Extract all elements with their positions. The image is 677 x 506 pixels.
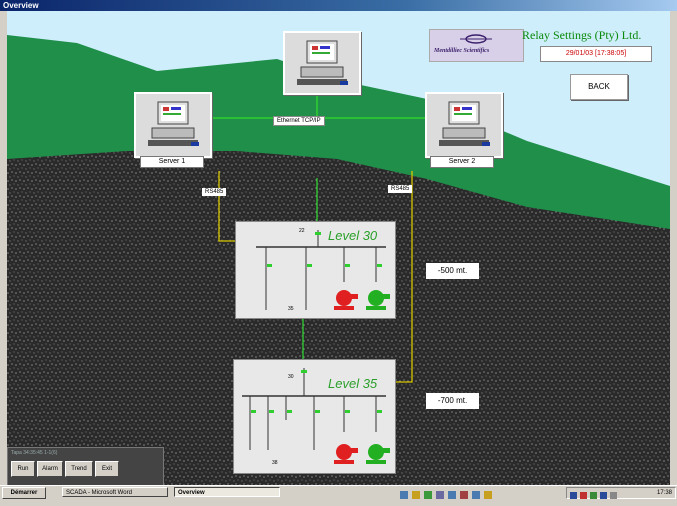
server-1-computer[interactable] — [134, 92, 212, 158]
computer-icon — [148, 101, 199, 146]
windows-taskbar: Démarrer SCADA - Microsoft Word Overview… — [0, 485, 677, 499]
level-30-bottom-number: 35 — [288, 306, 294, 312]
level-30-depth: -500 mt. — [426, 263, 479, 279]
run-button[interactable]: Run — [11, 461, 35, 477]
start-button[interactable]: Démarrer — [2, 487, 46, 499]
tray-icons — [570, 492, 617, 499]
computer-icon — [439, 101, 490, 146]
pump-red-icon — [334, 290, 358, 310]
ethernet-label: Ethernet TCP/IP — [273, 116, 325, 126]
pump-red-icon — [334, 444, 358, 464]
date-time-display: 29/01/03 [17:38:05] — [540, 46, 652, 62]
server-2-computer[interactable] — [425, 92, 503, 158]
company-name: Relay Settings (Pty) Ltd. — [522, 28, 642, 42]
taskbar-task-word[interactable]: SCADA - Microsoft Word — [62, 487, 168, 497]
server-1-label: Server 1 — [140, 156, 204, 168]
pump-green-icon — [366, 444, 390, 464]
window-title: Overview — [0, 0, 677, 11]
computer-icon — [297, 40, 348, 85]
control-panel: Tapa 34:35:45 1-1(6) Run Alarm Trend Exi… — [7, 447, 164, 487]
back-button[interactable]: BACK — [570, 74, 628, 100]
control-status-text: Tapa 34:35:45 1-1(6) — [11, 450, 58, 456]
trend-button[interactable]: Trend — [65, 461, 93, 477]
quick-launch-icons[interactable] — [398, 487, 548, 499]
exit-button[interactable]: Exit — [95, 461, 119, 477]
level-35-top-number: 30 — [288, 374, 294, 380]
level-30-panel[interactable]: 22 35 Level 30 — [235, 221, 396, 319]
level-30-top-number: 22 — [299, 228, 305, 234]
taskbar-task-overview[interactable]: Overview — [174, 487, 280, 497]
level-35-depth: -700 mt. — [426, 393, 479, 409]
level-35-title: Level 35 — [328, 376, 378, 391]
central-workstation[interactable] — [283, 31, 361, 95]
logo-text: Mentdilliec Scientifics — [434, 48, 490, 54]
logo-emblem-icon — [460, 34, 492, 44]
level-35-bottom-number: 38 — [272, 460, 278, 466]
system-tray: 17:38 — [566, 487, 676, 499]
company-logo: Mentdilliec Scientifics — [429, 29, 524, 62]
server-2-label: Server 2 — [430, 156, 494, 168]
rs485-left-label: RS485 — [202, 188, 227, 196]
pump-green-icon — [366, 290, 390, 310]
level-30-title: Level 30 — [328, 228, 378, 243]
rs485-right-label: RS485 — [388, 185, 413, 193]
alarm-button[interactable]: Alarm — [37, 461, 63, 477]
scada-overview: Mentdilliec Scientifics Relay Settings (… — [7, 11, 670, 485]
level-35-panel[interactable]: 30 38 Level 35 — [233, 359, 396, 474]
